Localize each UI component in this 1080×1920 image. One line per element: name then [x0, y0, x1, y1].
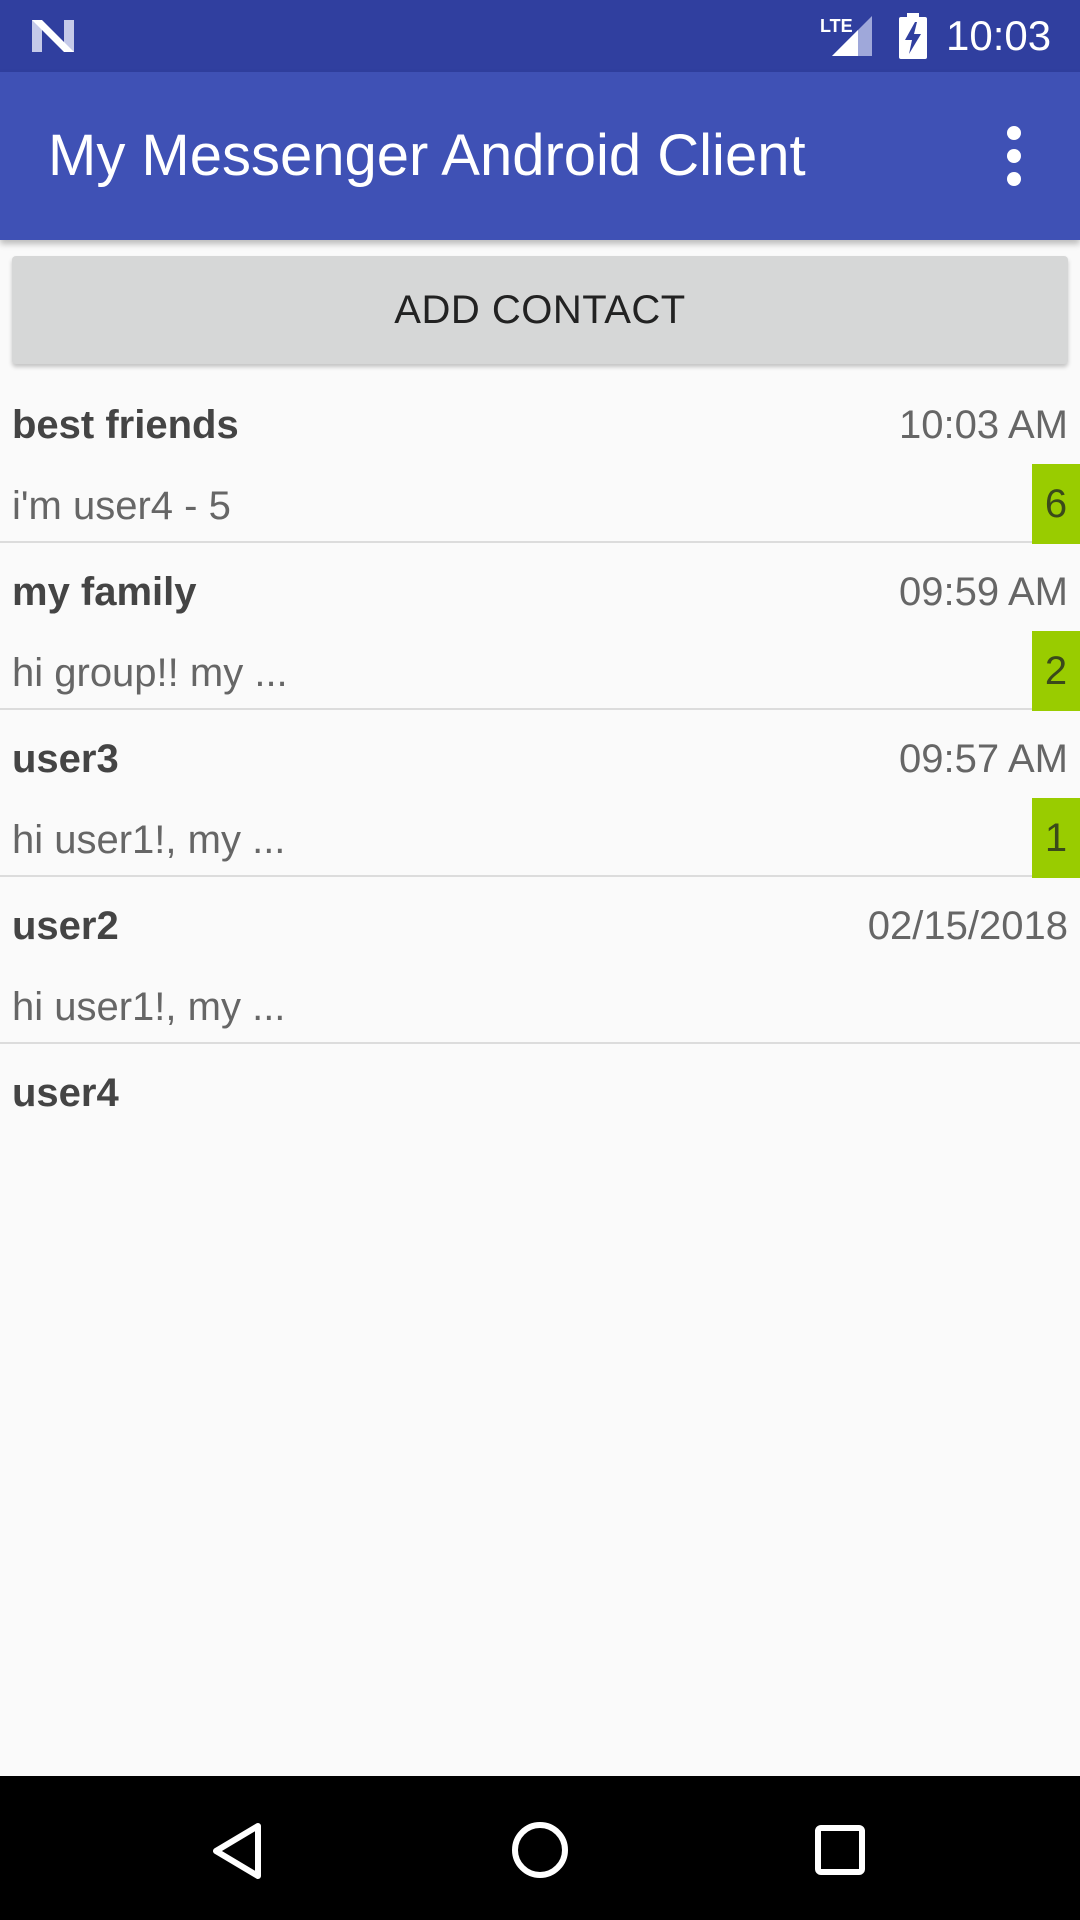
- navigation-bar: [0, 1776, 1080, 1920]
- svg-text:LTE: LTE: [820, 16, 853, 36]
- battery-charging-icon: [899, 13, 927, 59]
- chat-name: best friends: [12, 403, 239, 447]
- chat-preview: hi user1!, my ...: [12, 818, 286, 862]
- chat-list: best friends 10:03 AM i'm user4 - 5 6 my…: [0, 376, 1080, 1209]
- chat-timestamp: 02/15/2018: [867, 904, 1068, 948]
- app-bar: My Messenger Android Client: [0, 72, 1080, 240]
- chat-list-item[interactable]: best friends 10:03 AM i'm user4 - 5 6: [0, 376, 1080, 544]
- chat-name: user4: [12, 1071, 119, 1115]
- lte-signal-icon: LTE: [820, 16, 872, 56]
- status-bar: LTE 10:03: [0, 0, 1080, 72]
- chat-list-item[interactable]: user3 09:57 AM hi user1!, my ... 1: [0, 710, 1080, 878]
- back-icon[interactable]: [190, 1798, 290, 1898]
- chat-timestamp: 09:57 AM: [898, 737, 1068, 781]
- chat-list-item[interactable]: my family 09:59 AM hi group!! my ... 2: [0, 543, 1080, 711]
- unread-count-badge: 2: [1032, 631, 1080, 711]
- chat-preview: hi user1!, my ...: [12, 985, 286, 1029]
- chat-name: user2: [12, 904, 119, 948]
- chat-list-item[interactable]: user2 02/15/2018 hi user1!, my ...: [0, 877, 1080, 1044]
- page-title: My Messenger Android Client: [48, 123, 806, 188]
- recents-icon[interactable]: [790, 1798, 890, 1898]
- chat-timestamp: 10:03 AM: [898, 403, 1068, 447]
- unread-count-badge: 6: [1032, 464, 1080, 544]
- more-vert-icon[interactable]: [984, 116, 1044, 196]
- status-time: 10:03: [946, 12, 1052, 59]
- home-icon[interactable]: [490, 1798, 590, 1898]
- add-contact-button[interactable]: ADD CONTACT: [12, 256, 1068, 364]
- chat-timestamp: 09:59 AM: [898, 570, 1068, 614]
- chat-name: my family: [12, 570, 197, 614]
- chat-name: user3: [12, 737, 119, 781]
- notification-logo-icon: [32, 20, 74, 52]
- unread-count-badge: 1: [1032, 798, 1080, 878]
- chat-list-item[interactable]: user4: [0, 1044, 1080, 1209]
- chat-preview: i'm user4 - 5: [12, 484, 231, 528]
- chat-preview: hi group!! my ...: [12, 651, 288, 695]
